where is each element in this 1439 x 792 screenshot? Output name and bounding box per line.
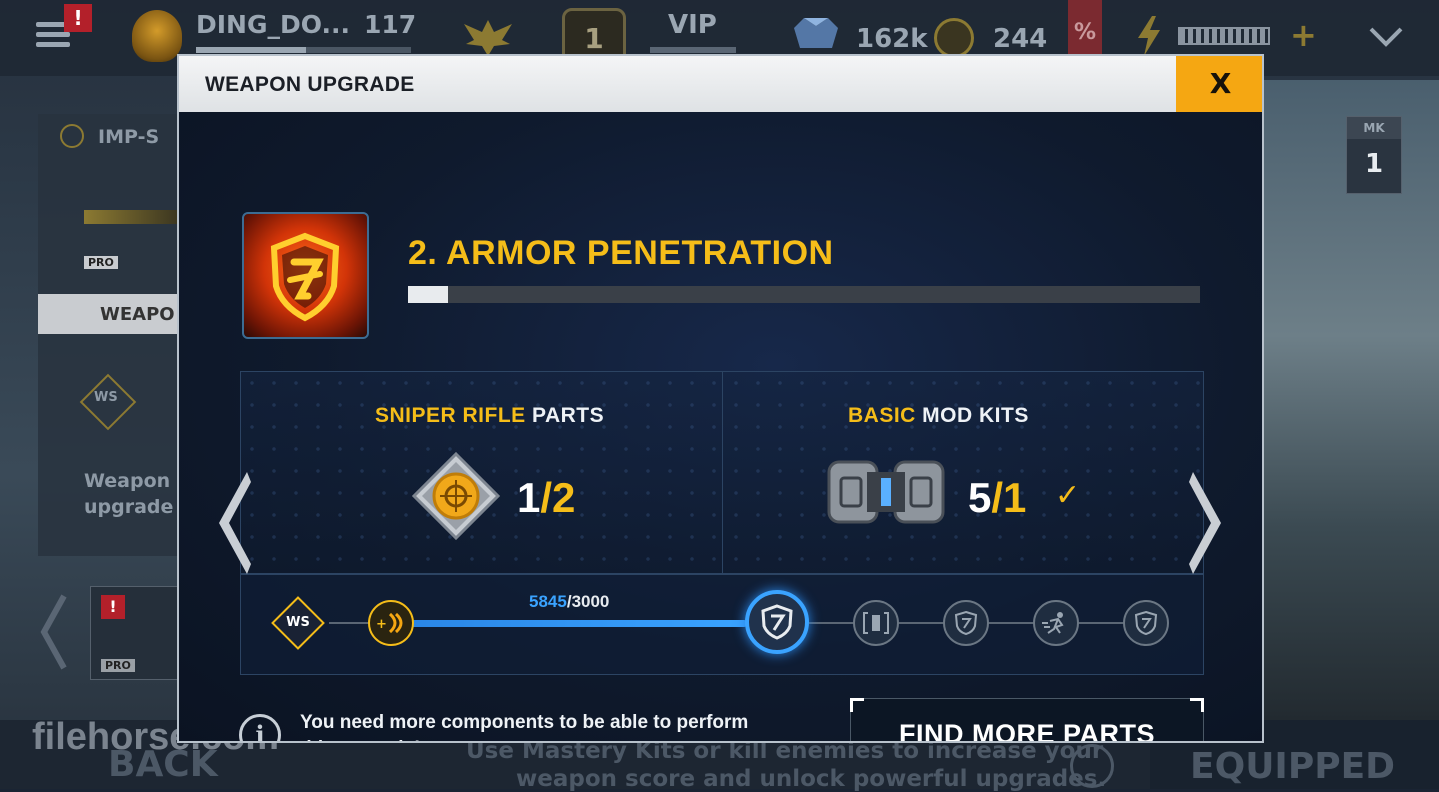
gold-coin-icon	[934, 18, 974, 58]
mk-level-badge: MK 1	[1346, 116, 1402, 194]
player-name: DING_DO...	[196, 10, 350, 39]
energy-bar	[1178, 27, 1270, 45]
required-parts-panel: SNIPER RIFLE PARTS 1/2 BASIC MOD KITS 5/…	[240, 371, 1205, 575]
crosshair-icon	[60, 124, 84, 148]
info-text: You need more components to be able to p…	[300, 712, 749, 741]
thumbnail-alert: !	[101, 595, 125, 619]
gold-amount: 244	[993, 24, 1048, 54]
find-more-parts-button[interactable]: FIND MORE PARTS	[850, 698, 1204, 741]
weapon-name: IMP-S	[98, 126, 160, 148]
armor-shield-icon	[242, 212, 369, 339]
hint-info-icon[interactable]	[1070, 744, 1114, 788]
weapon-tab[interactable]: WEAPO	[38, 294, 178, 334]
weapon-tab-label: WEAPO	[100, 304, 175, 325]
current-upgrade-node[interactable]	[745, 590, 809, 654]
part-label-2-text: MOD KITS	[915, 404, 1029, 427]
part-have-1: 1	[517, 474, 541, 521]
xp-current: 5845	[529, 592, 567, 611]
weapon-side-panel: IMP-S PRO WEAPO WS Weapon upgrade	[38, 114, 180, 556]
chevron-down-icon[interactable]	[1368, 26, 1404, 48]
hex-pattern	[241, 372, 1205, 575]
part-label-2-accent: BASIC	[848, 404, 916, 427]
part-count-1: 1/2	[517, 474, 575, 522]
part-have-2: 5	[968, 474, 992, 521]
svg-text:+: +	[376, 617, 387, 632]
ws-node-label: WS	[286, 615, 310, 630]
equipped-label: EQUIPPED	[1190, 746, 1396, 787]
upgrade-title: 2. ARMOR PENETRATION	[408, 234, 834, 272]
diamond-icon	[788, 14, 844, 54]
dialog-title: WEAPON UPGRADE	[205, 73, 415, 96]
upgrade-node-6[interactable]	[1123, 600, 1169, 646]
button-corner-tr	[1190, 698, 1204, 712]
part-need-1: 2	[552, 474, 576, 521]
track-progress-line	[411, 620, 747, 627]
button-corner-tl	[850, 698, 864, 712]
xp-target: 3000	[571, 592, 610, 611]
mk-value: 1	[1364, 149, 1384, 179]
player-xp-bar	[196, 47, 411, 53]
mod-kit-icon	[827, 456, 945, 528]
background-left-arrow[interactable]	[38, 592, 68, 672]
part-sep-1: /	[540, 474, 553, 521]
vip-label[interactable]: VIP	[668, 10, 717, 40]
upgrade-node-3[interactable]	[853, 600, 899, 646]
mk-label: MK	[1347, 117, 1401, 139]
close-button[interactable]: X	[1176, 56, 1262, 112]
bulldog-icon	[132, 10, 182, 62]
alert-badge: !	[64, 4, 92, 32]
add-energy-button[interactable]: +	[1290, 16, 1317, 54]
dialog-body: 2. ARMOR PENETRATION SNIPER RIFLE PARTS …	[179, 112, 1262, 741]
parts-divider	[722, 372, 723, 575]
part-count-2: 5/1	[968, 474, 1026, 522]
xp-counter: 5845/3000	[529, 592, 609, 612]
pro-badge: PRO	[84, 256, 118, 269]
lightning-icon	[1134, 16, 1164, 56]
requirement-met-check: ✓	[1055, 478, 1081, 513]
weapon-image	[84, 210, 180, 224]
part-need-2: 1	[1003, 474, 1027, 521]
description-line-2: upgrade	[84, 496, 174, 518]
eagle-icon	[460, 14, 516, 58]
speed-node[interactable]	[1033, 600, 1079, 646]
vip-bar	[650, 47, 736, 53]
part-label-2: BASIC MOD KITS	[848, 404, 1029, 428]
pro-badge-2: PRO	[101, 659, 135, 672]
player-level: 117	[364, 10, 417, 39]
currency-amount: 162k	[856, 24, 928, 54]
part-sep-2: /	[991, 474, 1004, 521]
sniper-part-icon	[411, 451, 501, 541]
part-label-1-accent: SNIPER RIFLE	[375, 404, 526, 427]
weapon-thumbnail[interactable]: ! PRO	[90, 586, 178, 680]
part-label-1-text: PARTS	[525, 404, 605, 427]
part-label-1: SNIPER RIFLE PARTS	[375, 404, 604, 428]
left-arrow-icon[interactable]	[213, 468, 253, 578]
damage-boost-node[interactable]: +	[368, 600, 414, 646]
hint-line-2: weapon score and unlock powerful upgrade…	[516, 766, 1107, 792]
upgrade-progress-bar	[408, 286, 1200, 303]
info-icon: i	[239, 714, 281, 741]
weapon-upgrade-dialog: WEAPON UPGRADE X 2. ARMOR PENETRATION SN…	[177, 54, 1264, 743]
right-arrow-icon[interactable]	[1187, 468, 1227, 578]
ws-label: WS	[94, 390, 118, 405]
rank-number: 1	[584, 21, 604, 55]
upgrade-progress-fill	[408, 286, 448, 303]
upgrade-node-4[interactable]	[943, 600, 989, 646]
dialog-header: WEAPON UPGRADE X	[179, 56, 1262, 112]
description-line-1: Weapon	[84, 470, 171, 492]
